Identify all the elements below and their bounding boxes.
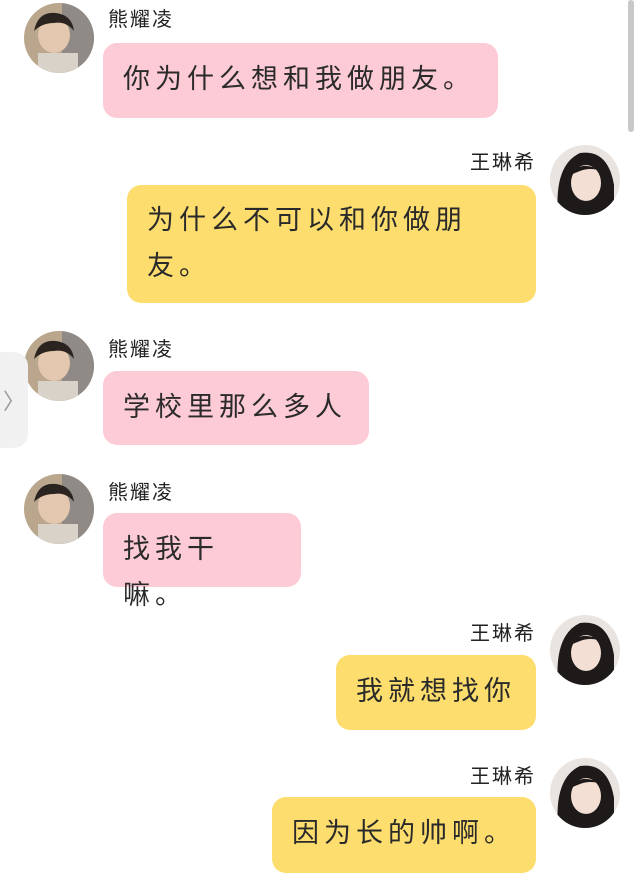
- sender-name: 熊耀凌: [108, 480, 174, 504]
- girl-avatar-icon: [550, 615, 620, 685]
- girl-avatar-icon: [550, 145, 620, 215]
- chat-thread: 熊耀凌 你为什么想和我做朋友。 王琳希 为什么不可以和你做朋友。 熊耀凌 学校里…: [0, 0, 640, 885]
- side-drawer-handle[interactable]: 〉: [0, 352, 28, 448]
- sender-avatar[interactable]: [24, 3, 94, 73]
- sender-avatar[interactable]: [24, 331, 94, 401]
- sender-name: 王琳希: [470, 764, 536, 788]
- sender-avatar[interactable]: [550, 615, 620, 685]
- scrollbar[interactable]: [628, 0, 634, 132]
- sender-name: 熊耀凌: [108, 337, 174, 361]
- message-bubble[interactable]: 找我干嘛。: [103, 513, 301, 611]
- message-bubble[interactable]: 我就想找你: [336, 655, 536, 730]
- boy-avatar-icon: [24, 474, 94, 544]
- boy-avatar-icon: [24, 3, 94, 73]
- sender-name: 王琳希: [470, 150, 536, 174]
- message-bubble[interactable]: 因为长的帅啊。: [272, 797, 536, 873]
- sender-avatar[interactable]: [550, 145, 620, 215]
- boy-avatar-icon: [24, 331, 94, 401]
- sender-name: 王琳希: [470, 621, 536, 645]
- chevron-right-icon: 〉: [2, 390, 25, 415]
- sender-name: 熊耀凌: [108, 7, 174, 31]
- girl-avatar-icon: [550, 758, 620, 828]
- sender-avatar[interactable]: [24, 474, 94, 544]
- sender-avatar[interactable]: [550, 758, 620, 828]
- message-bubble[interactable]: 你为什么想和我做朋友。: [103, 43, 498, 118]
- message-bubble[interactable]: 学校里那么多人: [103, 371, 369, 445]
- message-bubble[interactable]: 为什么不可以和你做朋友。: [127, 185, 536, 303]
